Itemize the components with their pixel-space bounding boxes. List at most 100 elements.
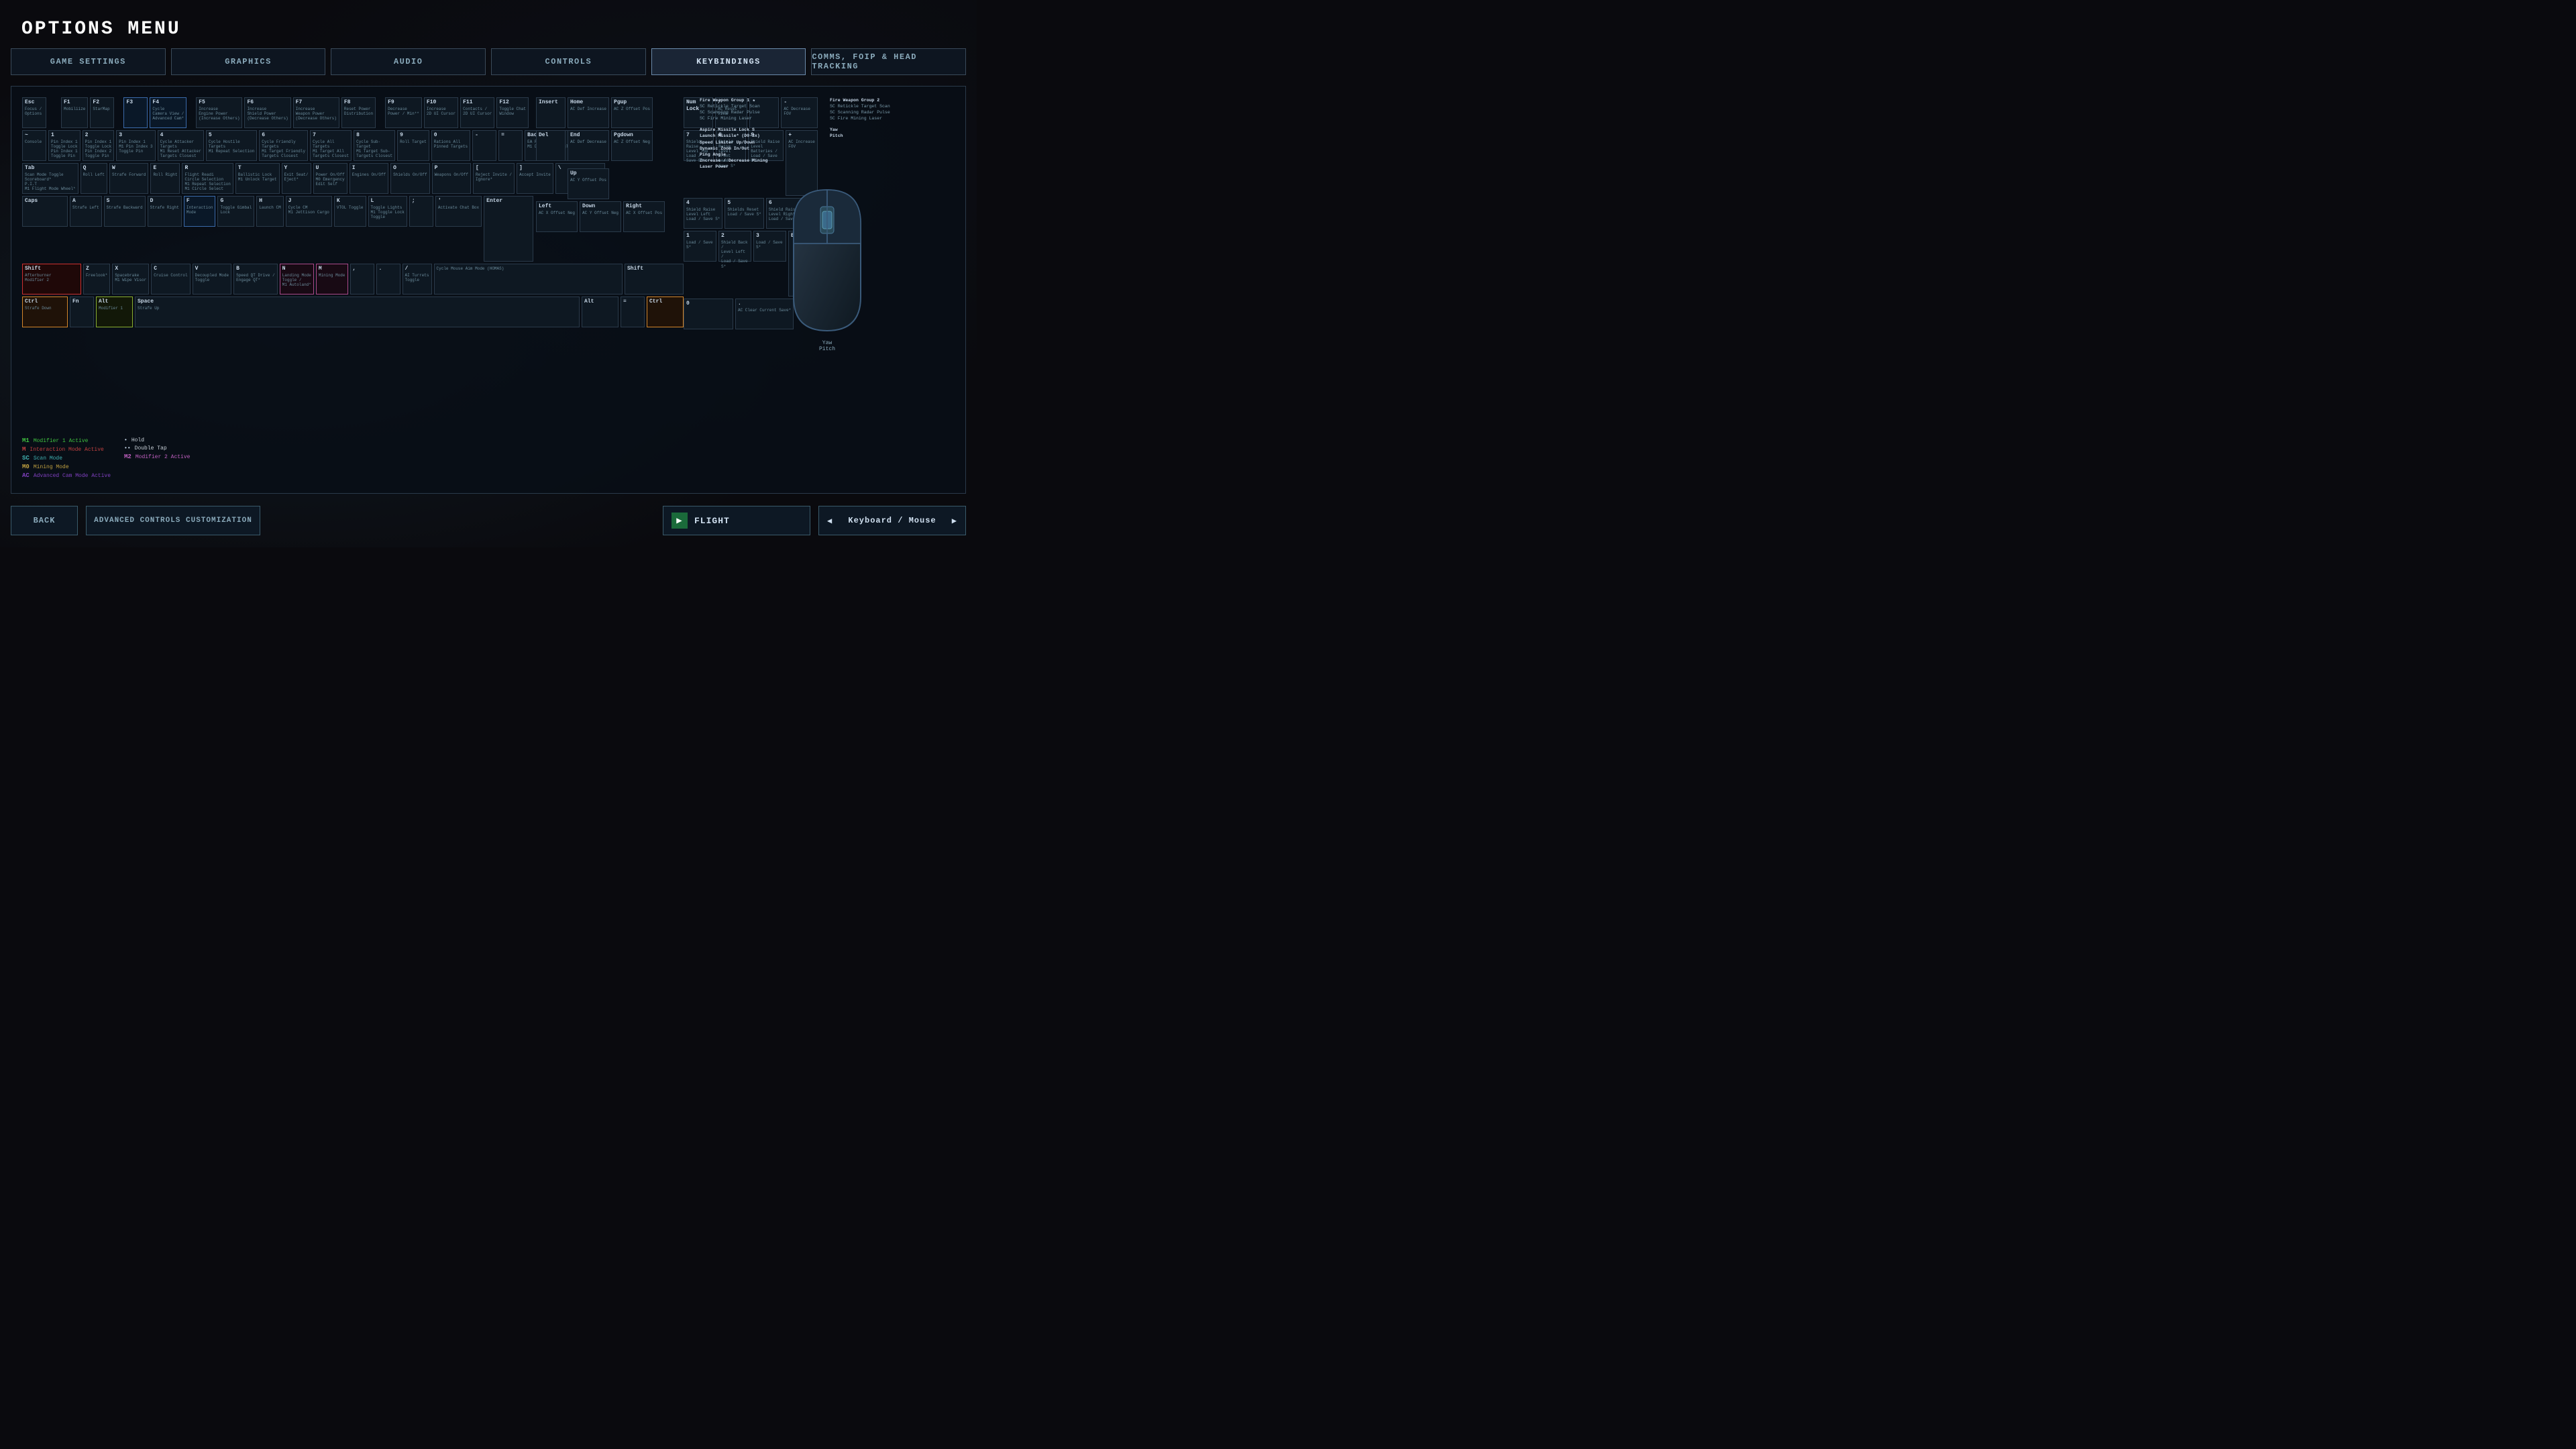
key-bracket-l[interactable]: [ Reject Invite /Ignore*: [473, 163, 515, 194]
key-i[interactable]: I Engines On/Off: [350, 163, 388, 194]
key-4[interactable]: 4 Cycle AttackerTargetsM1 Reset Attacker…: [158, 130, 204, 161]
flight-label: FLIGHT: [694, 516, 730, 526]
key-f11[interactable]: F11 Contacts /2D UI Cursor: [460, 97, 494, 128]
key-5[interactable]: 5 Cycle HostileTargetsM1 Repeat Selectio…: [206, 130, 257, 161]
key-f5[interactable]: F5 IncreaseEngine Power(Increase Others): [196, 97, 242, 128]
key-t[interactable]: T Ballistic LockM1 Unlock Target: [235, 163, 280, 194]
key-fn[interactable]: Fn: [70, 297, 94, 327]
key-end[interactable]: End AC Def Decrease: [568, 130, 609, 161]
tab-audio[interactable]: AUDIO: [331, 48, 486, 75]
bottom-bar: BACK ADVANCED CONTROLS CUSTOMIZATION ▶ F…: [11, 504, 966, 537]
key-f12[interactable]: F12 Toggle ChatWindow: [496, 97, 529, 128]
tab-game-settings[interactable]: GAME SETTINGS: [11, 48, 166, 75]
next-arrow-icon[interactable]: ▶: [952, 516, 957, 526]
keyboard-mouse-button[interactable]: ◀ Keyboard / Mouse ▶: [818, 506, 966, 535]
key-tab[interactable]: Tab Scan Mode ToggleScoreboard*P.I.TM1 F…: [22, 163, 78, 194]
key-home[interactable]: Home AC Def Increase: [568, 97, 609, 128]
legend-m0-label: Mining Mode: [34, 464, 69, 470]
key-f3[interactable]: F3: [123, 97, 148, 128]
key-3[interactable]: 3 Pin Index 1M1 Pin Index 3Toggle Pin: [116, 130, 155, 161]
key-down[interactable]: Down AC Y Offset Neg: [580, 201, 621, 232]
key-slash[interactable]: / AI TurretsToggle: [402, 264, 432, 294]
key-f7[interactable]: F7 IncreaseWeapon Power(Decrease Others): [293, 97, 339, 128]
key-j[interactable]: J Cycle CMM1 Jettison Cargo: [286, 196, 332, 227]
legend-sc-label: Scan Mode: [34, 455, 62, 462]
key-semicolon[interactable]: ;: [409, 196, 433, 227]
key-shift-l[interactable]: Shift AfterburnerModifier 2: [22, 264, 81, 294]
key-f2[interactable]: F2 StarMap: [90, 97, 114, 128]
key-alt-l[interactable]: Alt Modifier 1: [96, 297, 133, 327]
key-d[interactable]: D Strafe Right: [148, 196, 182, 227]
key-comma[interactable]: ,: [350, 264, 374, 294]
key-x[interactable]: X SpacebrakeM1 Wipe Visor: [112, 264, 149, 294]
key-period[interactable]: .: [376, 264, 400, 294]
key-y[interactable]: Y Exit Seat/Eject*: [282, 163, 311, 194]
key-p[interactable]: P Weapons On/Off: [432, 163, 471, 194]
flight-button[interactable]: ▶ FLIGHT: [663, 506, 810, 535]
key-f4[interactable]: F4 CycleCamera View /Advanced Cam*: [150, 97, 186, 128]
tab-graphics[interactable]: GRAPHICS: [171, 48, 326, 75]
legend-ac-label: Advanced Cam Mode Active: [34, 473, 111, 479]
tab-comms[interactable]: COMMS, FOIP & HEAD TRACKING: [811, 48, 966, 75]
key-space[interactable]: Space Strafe Up: [135, 297, 580, 327]
key-f[interactable]: F InteractionMode: [184, 196, 216, 227]
key-l[interactable]: L Toggle LightsM1 Toggle LockToggle: [368, 196, 407, 227]
key-right[interactable]: Right AC X Offset Pos: [623, 201, 665, 232]
key-esc[interactable]: Esc Focus /Options: [22, 97, 46, 128]
key-v[interactable]: V Decoupled ModeToggle: [193, 264, 231, 294]
key-f6[interactable]: F6 IncreaseShield Power(Decrease Others): [244, 97, 290, 128]
key-f1[interactable]: F1 Mobiliize: [61, 97, 88, 128]
key-left[interactable]: Left AC X Offset Neg: [536, 201, 578, 232]
key-2[interactable]: 2 Pin Index 1Toggle LockPin Index 2Toggl…: [83, 130, 115, 161]
key-insert[interactable]: Insert: [536, 97, 566, 128]
key-pgup[interactable]: Pgup AC Z Offset Pos: [611, 97, 653, 128]
key-b[interactable]: B Speed QT Drive /Engage QT*: [233, 264, 278, 294]
key-s[interactable]: S Strafe Backward: [104, 196, 146, 227]
key-k[interactable]: K VTOL Toggle: [334, 196, 366, 227]
tab-controls[interactable]: CONTROLS: [491, 48, 646, 75]
key-w[interactable]: W Strafe Forward: [109, 163, 148, 194]
key-0[interactable]: 0 Rations AllPinned Targets: [431, 130, 470, 161]
advanced-button[interactable]: ADVANCED CONTROLS CUSTOMIZATION: [86, 506, 260, 535]
key-f10[interactable]: F10 Increase2D UI Cursor: [424, 97, 458, 128]
key-f8[interactable]: F8 Reset PowerDistribution: [341, 97, 376, 128]
key-a[interactable]: A Strafe Left: [70, 196, 102, 227]
key-n[interactable]: N Landing ModeToggle /M1 Autoland*: [280, 264, 314, 294]
tab-keybindings[interactable]: KEYBINDINGS: [651, 48, 806, 75]
key-8[interactable]: 8 Cycle Sub-TargetM1 Target Sub-Targets …: [354, 130, 395, 161]
key-up[interactable]: Up AC Y Offset Pos: [568, 168, 609, 199]
key-pgdn[interactable]: Pgdown AC Z Offset Neg: [611, 130, 653, 161]
key-c[interactable]: C Cruise Control: [151, 264, 190, 294]
key-ctrl-r[interactable]: Ctrl: [647, 297, 684, 327]
key-shift-r[interactable]: Shift: [625, 264, 684, 294]
key-9[interactable]: 9 Roll Target: [397, 130, 429, 161]
key-m[interactable]: M Mining Mode: [316, 264, 348, 294]
key-enter[interactable]: Enter: [484, 196, 533, 262]
key-1[interactable]: 1 Pin Index 1Toggle LockPin Index 1Toggl…: [48, 130, 80, 161]
key-r[interactable]: R Flight ReadiCircle SelectionM1 Repeat …: [182, 163, 233, 194]
key-g[interactable]: G Toggle GimbalLock: [217, 196, 254, 227]
key-u[interactable]: U Power On/OffM0 EmergencyEdit Self: [313, 163, 347, 194]
key-q[interactable]: Q Roll Left: [80, 163, 107, 194]
key-ctrl-l[interactable]: Ctrl Strafe Down: [22, 297, 68, 327]
key-f9[interactable]: F9 DecreasePower / Min**: [385, 97, 422, 128]
key-z[interactable]: Z Freelook*: [83, 264, 110, 294]
key-caps[interactable]: Caps: [22, 196, 68, 227]
back-button[interactable]: BACK: [11, 506, 78, 535]
key-del[interactable]: Del: [536, 130, 566, 161]
key-backtick[interactable]: ~ Console: [22, 130, 46, 161]
legend-m-label: Interaction Mode Active: [30, 447, 103, 453]
key-e[interactable]: E Roll Right: [150, 163, 180, 194]
key-menu[interactable]: ≡: [621, 297, 645, 327]
key-minus[interactable]: -: [472, 130, 496, 161]
key-noname[interactable]: Cycle Mouse Aim Mode (HOMAS): [434, 264, 623, 294]
key-alt-r[interactable]: Alt: [582, 297, 619, 327]
prev-arrow-icon[interactable]: ◀: [827, 516, 833, 526]
key-h[interactable]: H Launch CM: [256, 196, 283, 227]
key-quote[interactable]: ' Activate Chat Box: [435, 196, 482, 227]
mouse-bind-3: Aspire Missile Lock SLaunch Missile* (D0…: [700, 127, 824, 170]
key-o[interactable]: O Shields On/Off: [390, 163, 429, 194]
key-7[interactable]: 7 Cycle AllTargetsM1 Target AllTargets C…: [310, 130, 352, 161]
key-6[interactable]: 6 Cycle FriendlyTargetsM1 Target Friendl…: [259, 130, 308, 161]
key-equals[interactable]: =: [498, 130, 523, 161]
